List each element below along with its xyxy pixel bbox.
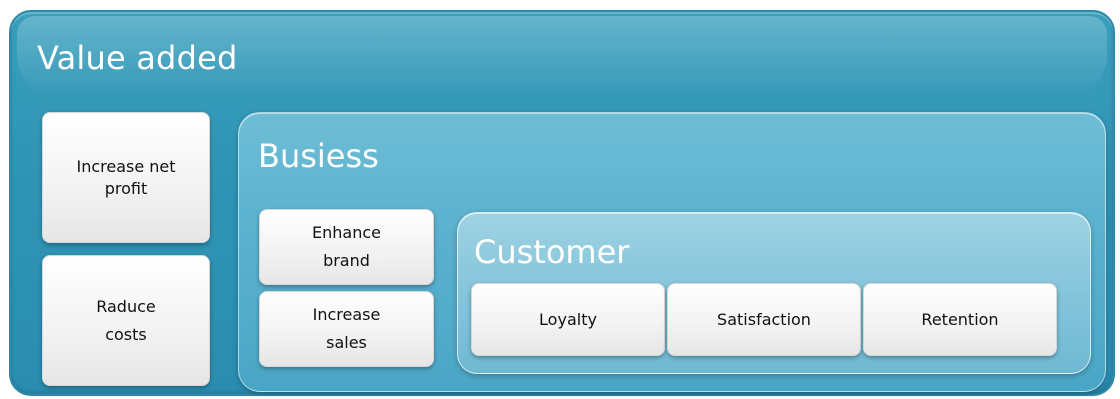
customer-panel: Customer Loyalty Satisfaction Retention (457, 212, 1091, 374)
retention-box: Retention (863, 283, 1057, 356)
value-added-title: Value added (37, 39, 238, 77)
box-label: Retention (921, 309, 999, 329)
increase-sales-box: Increase sales (259, 291, 434, 367)
box-label-line: brand (323, 251, 370, 270)
box-label-line: Increase (312, 305, 381, 324)
customer-title: Customer (474, 233, 630, 271)
box-label-line: costs (105, 324, 147, 344)
enhance-brand-box: Enhance brand (259, 209, 434, 285)
box-label: Satisfaction (717, 309, 811, 329)
reduce-costs-box: Raduce costs (42, 255, 210, 386)
increase-net-profit-box: Increase net profit (42, 112, 210, 243)
box-label-line: profit (104, 178, 148, 198)
business-title: Busiess (258, 137, 379, 175)
box-label: Loyalty (539, 309, 597, 329)
box-label-line: Enhance (312, 223, 381, 242)
box-label-line: sales (326, 333, 367, 352)
loyalty-box: Loyalty (471, 283, 665, 356)
box-label-line: Raduce (96, 296, 156, 316)
value-added-panel: Value added Increase net profit Raduce c… (9, 10, 1115, 396)
box-label-line: Increase net (76, 156, 176, 176)
satisfaction-box: Satisfaction (667, 283, 861, 356)
business-panel: Busiess Enhance brand Increase sales Cus… (238, 112, 1106, 392)
